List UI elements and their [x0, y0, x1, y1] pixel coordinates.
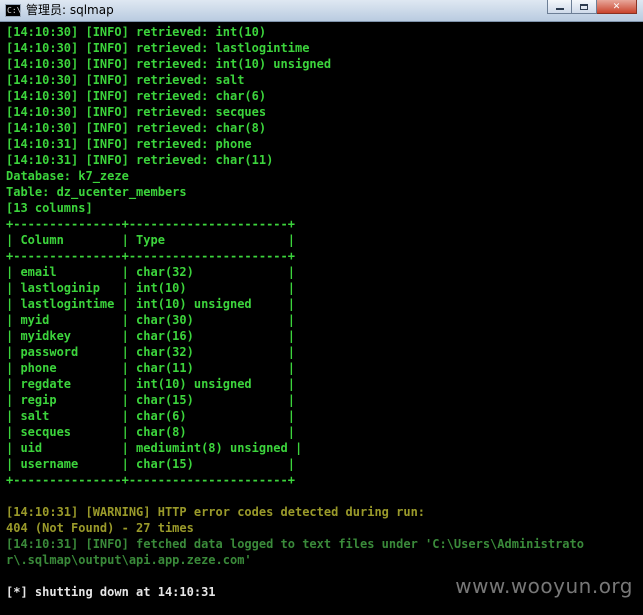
watermark: www.wooyun.org	[455, 574, 633, 598]
console-line: [14:10:30] [INFO] retrieved: secques	[6, 105, 267, 119]
console-line: r\.sqlmap\output\api.app.zeze.com'	[6, 553, 252, 567]
console-line: Database: k7_zeze	[6, 169, 129, 183]
console-line: | email | char(32) |	[6, 265, 295, 279]
window-controls: ✕	[547, 0, 637, 14]
console-line: [14:10:31] [WARNING] HTTP error codes de…	[6, 505, 426, 519]
console-line: | lastlogintime | int(10) unsigned |	[6, 297, 295, 311]
console-line: | password | char(32) |	[6, 345, 295, 359]
console-line: | myidkey | char(16) |	[6, 329, 295, 343]
close-icon: ✕	[612, 1, 621, 12]
console-line: | salt | char(6) |	[6, 409, 295, 423]
console-line: 404 (Not Found) - 27 times	[6, 521, 194, 535]
console-line: [14:10:30] [INFO] retrieved: char(8)	[6, 121, 267, 135]
console-line: | lastloginip | int(10) |	[6, 281, 295, 295]
maximize-icon	[580, 3, 588, 10]
console-line: +---------------+----------------------+	[6, 249, 295, 263]
console-line: [14:10:30] [INFO] retrieved: char(6)	[6, 89, 267, 103]
console-line: [13 columns]	[6, 201, 93, 215]
console-line: | Column | Type |	[6, 233, 295, 247]
window-title: 管理员: sqlmap	[26, 3, 114, 17]
console-line: | regdate | int(10) unsigned |	[6, 377, 295, 391]
console-line: [14:10:31] [INFO] retrieved: char(11)	[6, 153, 274, 167]
console-line: | regip | char(15) |	[6, 393, 295, 407]
console-line: [14:10:31] [INFO] fetched data logged to…	[6, 537, 584, 551]
minimize-button[interactable]	[547, 0, 572, 14]
console-line: +---------------+----------------------+	[6, 473, 295, 487]
console-line: [14:10:30] [INFO] retrieved: lastloginti…	[6, 41, 310, 55]
minimize-icon	[555, 8, 564, 10]
console-line: | phone | char(11) |	[6, 361, 295, 375]
console-line: +---------------+----------------------+	[6, 217, 295, 231]
console-line: [14:10:30] [INFO] retrieved: int(10) uns…	[6, 57, 332, 71]
console-line: | secques | char(8) |	[6, 425, 295, 439]
maximize-button[interactable]	[572, 0, 597, 14]
console-line: | uid | mediumint(8) unsigned |	[6, 441, 303, 455]
console-line: | myid | char(30) |	[6, 313, 295, 327]
console-line: [14:10:30] [INFO] retrieved: int(10)	[6, 25, 267, 39]
title-bar[interactable]: C:\ 管理员: sqlmap ✕	[0, 0, 643, 22]
console-line: | username | char(15) |	[6, 457, 295, 471]
console-line: [14:10:30] [INFO] retrieved: salt	[6, 73, 245, 87]
console-line: Table: dz_ucenter_members	[6, 185, 187, 199]
console-output[interactable]: [14:10:30] [INFO] retrieved: int(10) [14:…	[6, 24, 643, 615]
close-button[interactable]: ✕	[597, 0, 637, 14]
console-line: [14:10:31] [INFO] retrieved: phone	[6, 137, 252, 151]
console-app-icon[interactable]: C:\	[5, 4, 21, 17]
